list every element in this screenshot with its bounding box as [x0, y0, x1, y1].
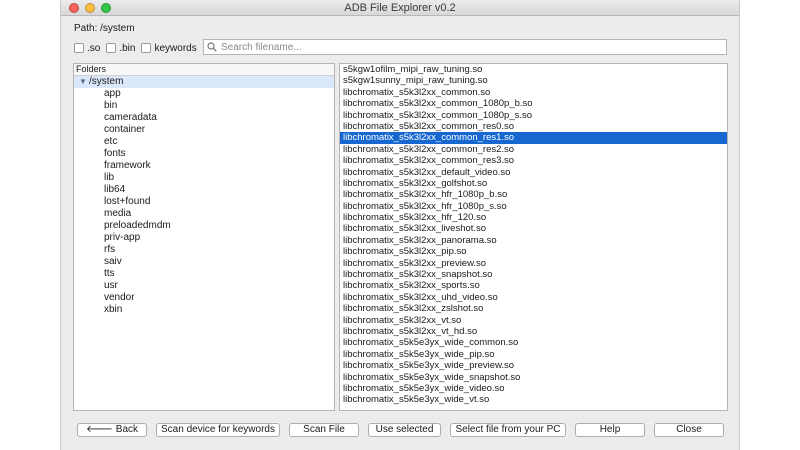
file-list-item[interactable]: libchromatix_s5k3l2xx_common_1080p_s.so: [340, 110, 727, 121]
file-list-item[interactable]: libchromatix_s5k3l2xx_common_res3.so: [340, 155, 727, 166]
file-list-item[interactable]: libchromatix_s5k3l2xx_default_video.so: [340, 167, 727, 178]
tree-item-folder[interactable]: preloadedmdm: [74, 220, 334, 232]
folders-header: Folders: [74, 64, 334, 76]
file-list-item[interactable]: libchromatix_s5k3l2xx_pip.so: [340, 246, 727, 257]
checkbox-box[interactable]: [106, 43, 117, 53]
tree-root-label: /system: [89, 76, 124, 87]
file-list-item[interactable]: libchromatix_s5k3l2xx_vt_hd.so: [340, 326, 727, 337]
filter-keywords-label: keywords: [154, 42, 197, 54]
file-list-item[interactable]: libchromatix_s5k3l2xx_hfr_1080p_s.so: [340, 201, 727, 212]
file-list-item[interactable]: libchromatix_s5k3l2xx_common_res0.so: [340, 121, 727, 132]
filter-checkboxes: .so .bin keywords: [74, 41, 203, 55]
tree-item-folder[interactable]: framework: [74, 160, 334, 172]
file-list-item[interactable]: libchromatix_s5k3l2xx_liveshot.so: [340, 223, 727, 234]
search-input[interactable]: [221, 41, 721, 53]
tree-item-folder[interactable]: cameradata: [74, 112, 334, 124]
file-list-item[interactable]: s5kgw1ofilm_mipi_raw_tuning.so: [340, 64, 727, 75]
app-window: ADB File Explorer v0.2 Path: /system .so…: [60, 0, 740, 450]
filter-bin-label: .bin: [119, 42, 136, 54]
file-list-item[interactable]: libchromatix_s5k5e3yx_wide_video.so: [340, 383, 727, 394]
back-label: Back: [115, 424, 139, 435]
file-list-item[interactable]: libchromatix_s5k3l2xx_hfr_1080p_b.so: [340, 189, 727, 200]
file-list-item[interactable]: libchromatix_s5k3l2xx_sports.so: [340, 280, 727, 291]
file-list-item[interactable]: libchromatix_s5k3l2xx_uhd_video.so: [340, 292, 727, 303]
folders-tree[interactable]: Folders ▼/system app bin cameradata contain…: [73, 63, 335, 411]
tree-item-folder[interactable]: media: [74, 208, 334, 220]
close-button[interactable]: Close: [654, 423, 724, 437]
tree-item-folder[interactable]: xbin: [74, 304, 334, 316]
arrow-left-icon: 🡐: [85, 424, 113, 435]
file-list-item[interactable]: libchromatix_s5k3l2xx_common_res2.so: [340, 144, 727, 155]
filter-bin-checkbox[interactable]: .bin: [106, 43, 135, 54]
checkbox-box[interactable]: [141, 43, 152, 53]
tree-item-folder[interactable]: etc: [74, 136, 334, 148]
file-list-item[interactable]: libchromatix_s5k3l2xx_preview.so: [340, 258, 727, 269]
file-list-item[interactable]: libchromatix_s5k3l2xx_common_1080p_b.so: [340, 98, 727, 109]
tree-item-folder[interactable]: rfs: [74, 244, 334, 256]
search-field[interactable]: [203, 39, 727, 55]
select-file-button[interactable]: Select file from your PC: [450, 423, 566, 437]
file-list-item[interactable]: libchromatix_s5k3l2xx_vt.so: [340, 315, 727, 326]
file-list-item[interactable]: libchromatix_s5k3l2xx_common_res1.so: [340, 132, 727, 144]
back-button[interactable]: 🡐 Back: [77, 423, 147, 437]
filter-keywords-checkbox[interactable]: keywords: [141, 42, 197, 54]
file-list-item[interactable]: s5kgw1sunny_mipi_raw_tuning.so: [340, 75, 727, 86]
file-list-item[interactable]: libchromatix_s5k5e3yx_wide_snapshot.so: [340, 372, 727, 383]
file-list-item[interactable]: libchromatix_s5k5e3yx_wide_vt.so: [340, 394, 727, 405]
checkbox-box[interactable]: [74, 43, 84, 53]
tree-item-folder[interactable]: priv-app: [74, 232, 334, 244]
file-list-item[interactable]: libchromatix_s5k5e3yx_wide_preview.so: [340, 360, 727, 371]
tree-item-folder[interactable]: container: [74, 124, 334, 136]
help-button[interactable]: Help: [575, 423, 645, 437]
filter-so-checkbox[interactable]: .so: [74, 43, 100, 54]
file-list-item[interactable]: libchromatix_s5k3l2xx_zslshot.so: [340, 303, 727, 314]
tree-item-folder[interactable]: fonts: [74, 148, 334, 160]
window-title: ADB File Explorer v0.2: [344, 2, 456, 14]
file-list-item[interactable]: libchromatix_s5k3l2xx_hfr_120.so: [340, 212, 727, 223]
scan-file-button[interactable]: Scan File: [289, 423, 359, 437]
search-icon: [207, 42, 217, 52]
file-list-item[interactable]: libchromatix_s5k3l2xx_common.so: [340, 87, 727, 98]
file-list[interactable]: s5kgw1ofilm_mipi_raw_tuning.so s5kgw1sunn…: [339, 63, 728, 411]
tree-item-folder[interactable]: vendor: [74, 292, 334, 304]
tree-item-system[interactable]: ▼/system: [74, 76, 334, 88]
file-list-item[interactable]: libchromatix_s5k5e3yx_wide_pip.so: [340, 349, 727, 360]
tree-item-folder[interactable]: app: [74, 88, 334, 100]
file-list-item[interactable]: libchromatix_s5k3l2xx_panorama.so: [340, 235, 727, 246]
tree-item-folder[interactable]: lib: [74, 172, 334, 184]
tree-item-folder[interactable]: tts: [74, 268, 334, 280]
path-label: Path: /system: [74, 23, 135, 34]
tree-item-folder[interactable]: usr: [74, 280, 334, 292]
title-bar: ADB File Explorer v0.2: [61, 0, 739, 16]
tree-item-folder[interactable]: lib64: [74, 184, 334, 196]
file-list-item[interactable]: libchromatix_s5k3l2xx_golfshot.so: [340, 178, 727, 189]
filter-so-label: .so: [87, 42, 101, 54]
file-list-item[interactable]: libchromatix_s5k3l2xx_snapshot.so: [340, 269, 727, 280]
tree-item-folder[interactable]: saiv: [74, 256, 334, 268]
use-selected-button[interactable]: Use selected: [368, 423, 441, 437]
file-list-item[interactable]: libchromatix_s5k5e3yx_wide_common.so: [340, 337, 727, 348]
tree-item-folder[interactable]: bin: [74, 100, 334, 112]
scan-device-button[interactable]: Scan device for keywords: [156, 423, 280, 437]
tree-item-folder[interactable]: lost+found: [74, 196, 334, 208]
triangle-down-icon[interactable]: ▼: [79, 76, 89, 88]
